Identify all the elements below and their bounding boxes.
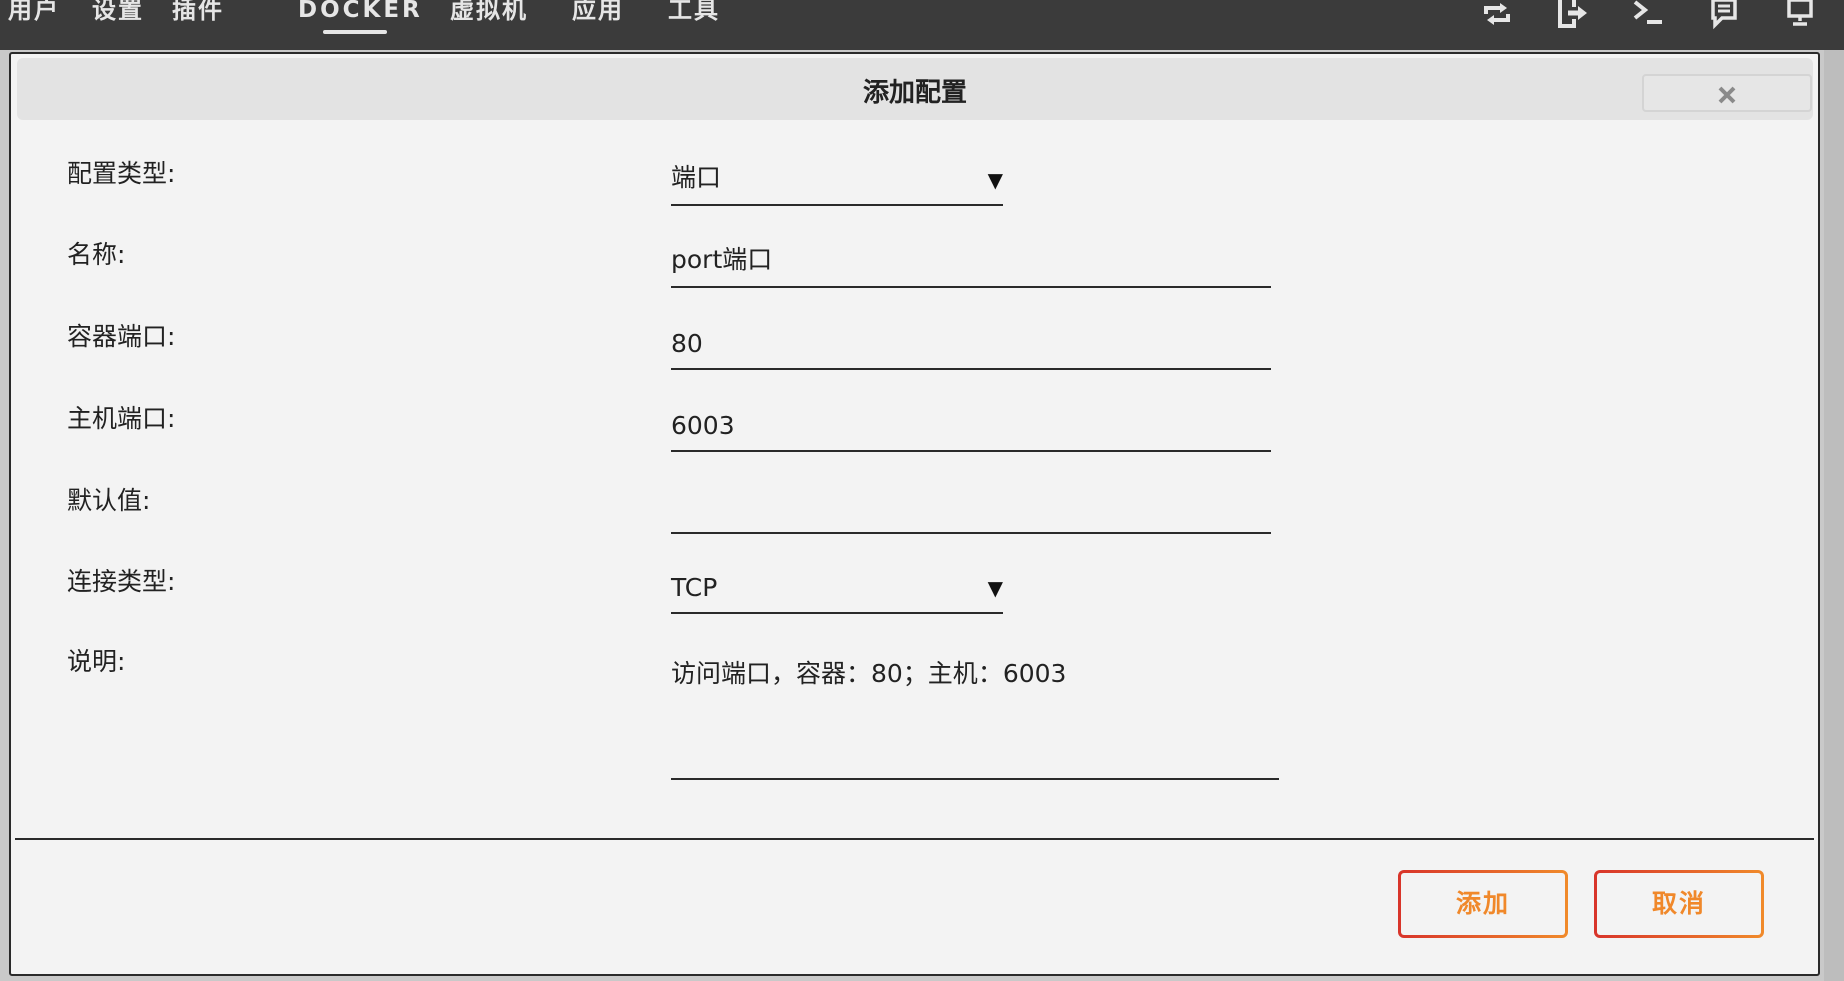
nav-docker[interactable]: DOCKER (298, 0, 423, 30)
dropdown-arrow-icon: ▼ (987, 576, 1003, 600)
nav-settings[interactable]: 设置 (92, 0, 144, 30)
nav-tools[interactable]: 工具 (668, 0, 720, 30)
terminal-icon[interactable] (1632, 0, 1666, 30)
nav-users[interactable]: 用户 (8, 0, 60, 30)
connection-type-label: 连接类型: (67, 567, 176, 596)
top-navbar: 用户 设置 插件 DOCKER 虚拟机 应用 工具 (0, 0, 1844, 50)
default-value-label: 默认值: (67, 486, 151, 515)
container-port-label: 容器端口: (67, 322, 176, 351)
refresh-icon[interactable] (1480, 0, 1514, 30)
description-value: 访问端口，容器：80；主机：6003 (671, 659, 1067, 688)
close-button[interactable] (1642, 74, 1812, 112)
dropdown-arrow-icon: ▼ (987, 168, 1003, 192)
logout-icon[interactable] (1556, 0, 1590, 30)
config-type-select[interactable]: 端口 ▼ (671, 156, 1003, 206)
nav-active-indicator (323, 30, 387, 34)
nav-apps[interactable]: 应用 (572, 0, 624, 30)
page-scroll-gutter (1824, 50, 1844, 981)
add-button[interactable]: 添加 (1398, 870, 1568, 938)
dialog-header: 添加配置 (17, 58, 1813, 120)
host-port-label: 主机端口: (67, 404, 176, 433)
add-config-dialog: 添加配置 配置类型: 端口 ▼ 名称: port端口 容器端口: 80 主机端口… (9, 52, 1820, 976)
monitor-icon[interactable] (1784, 0, 1818, 30)
connection-type-select[interactable]: TCP ▼ (671, 564, 1003, 614)
dialog-title: 添加配置 (862, 78, 967, 108)
config-type-value: 端口 (671, 163, 722, 192)
nav-plugins[interactable]: 插件 (172, 0, 224, 30)
description-label: 说明: (67, 647, 126, 676)
default-value-input[interactable] (671, 482, 1271, 534)
close-icon (1718, 86, 1736, 104)
cancel-button[interactable]: 取消 (1594, 870, 1764, 938)
footer-divider (15, 838, 1814, 840)
container-port-value: 80 (671, 329, 703, 358)
container-port-input[interactable]: 80 (671, 318, 1271, 370)
host-port-input[interactable]: 6003 (671, 400, 1271, 452)
host-port-value: 6003 (671, 411, 735, 440)
name-label: 名称: (67, 240, 126, 269)
nav-vms[interactable]: 虚拟机 (450, 0, 528, 30)
connection-type-value: TCP (671, 573, 718, 602)
notes-icon[interactable] (1708, 0, 1742, 30)
name-input[interactable]: port端口 (671, 236, 1271, 288)
description-textarea[interactable]: 访问端口，容器：80；主机：6003 (671, 644, 1279, 780)
config-type-label: 配置类型: (67, 159, 176, 188)
name-value: port端口 (671, 245, 773, 274)
